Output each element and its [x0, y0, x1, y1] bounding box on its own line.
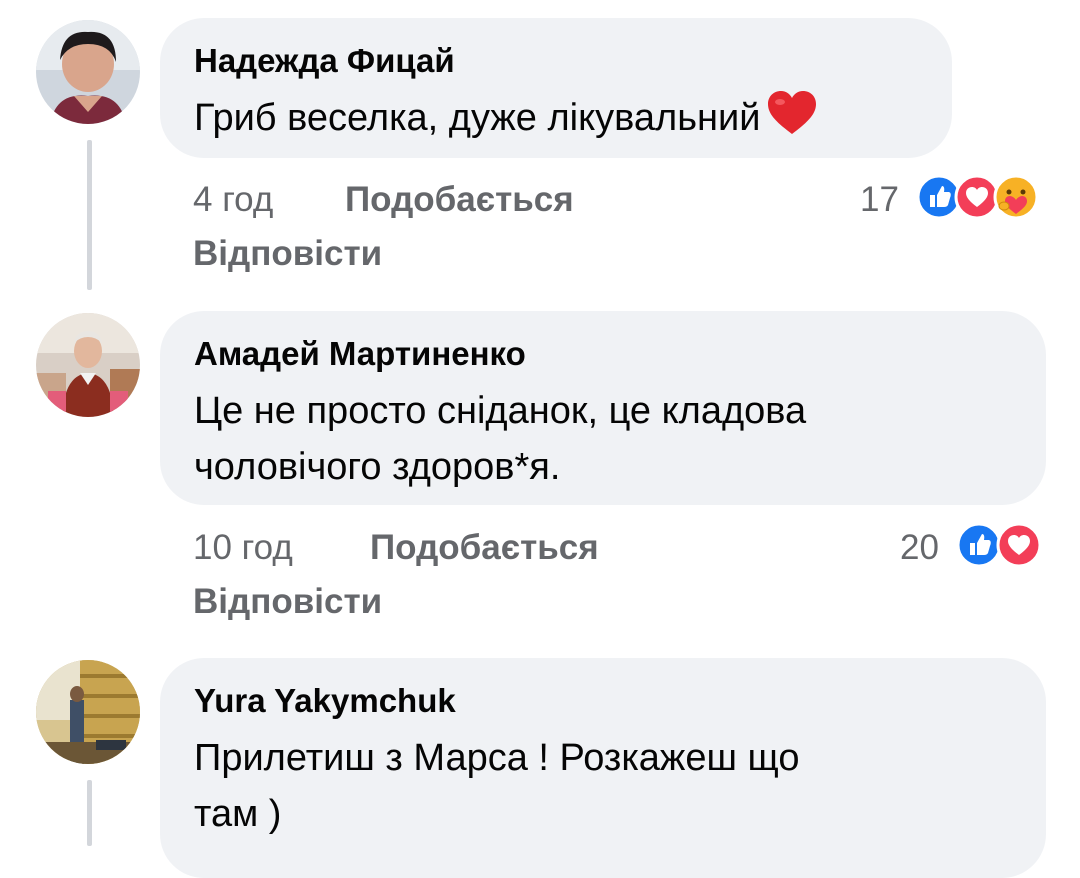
reaction-icons[interactable]	[956, 522, 1048, 568]
reaction-count[interactable]: 20	[900, 528, 939, 568]
avatar[interactable]	[36, 20, 140, 124]
comment-bubble: Надежда Фицай Гриб веселка, дуже лікувал…	[160, 18, 952, 158]
avatar[interactable]	[36, 660, 140, 764]
reaction-icons[interactable]	[916, 174, 1048, 220]
like-button[interactable]: Подобається	[370, 528, 599, 568]
comment-text: Гриб веселка, дуже лікувальний	[194, 90, 818, 152]
comment-text-line: чоловічого здоров*я.	[194, 446, 561, 488]
reply-button[interactable]: Відповісти	[193, 582, 382, 622]
thread-line	[87, 780, 92, 846]
love-icon	[996, 522, 1042, 568]
comment-text-line: Це не просто сніданок, це кладова	[194, 390, 807, 432]
heart-emoji-icon	[766, 90, 818, 152]
comment-author[interactable]: Yura Yakymchuk	[194, 682, 456, 720]
comment-text-line: Прилетиш з Марса ! Розкажеш що	[194, 737, 800, 779]
thread-line	[87, 140, 92, 290]
comment-time[interactable]: 4 год	[193, 180, 273, 220]
comment-text: Прилетиш з Марса ! Розкажеш що там )	[194, 730, 800, 842]
avatar[interactable]	[36, 313, 140, 417]
comment-bubble: Yura Yakymchuk Прилетиш з Марса ! Розкаж…	[160, 658, 1046, 878]
reaction-count[interactable]: 17	[860, 180, 899, 220]
like-button[interactable]: Подобається	[345, 180, 574, 220]
love-icon	[954, 174, 1000, 220]
comment-author[interactable]: Надежда Фицай	[194, 42, 455, 80]
comment-text: Це не просто сніданок, це кладова чолові…	[194, 383, 806, 495]
like-icon	[956, 522, 1002, 568]
like-icon	[916, 174, 962, 220]
reply-button[interactable]: Відповісти	[193, 234, 382, 274]
comment-time[interactable]: 10 год	[193, 528, 293, 568]
care-icon	[993, 174, 1039, 220]
comment-text-line: там )	[194, 793, 282, 835]
comment-text-line: Гриб веселка, дуже лікувальний	[194, 97, 761, 139]
comment-bubble: Амадей Мартиненко Це не просто сніданок,…	[160, 311, 1046, 505]
comment-author[interactable]: Амадей Мартиненко	[194, 335, 526, 373]
